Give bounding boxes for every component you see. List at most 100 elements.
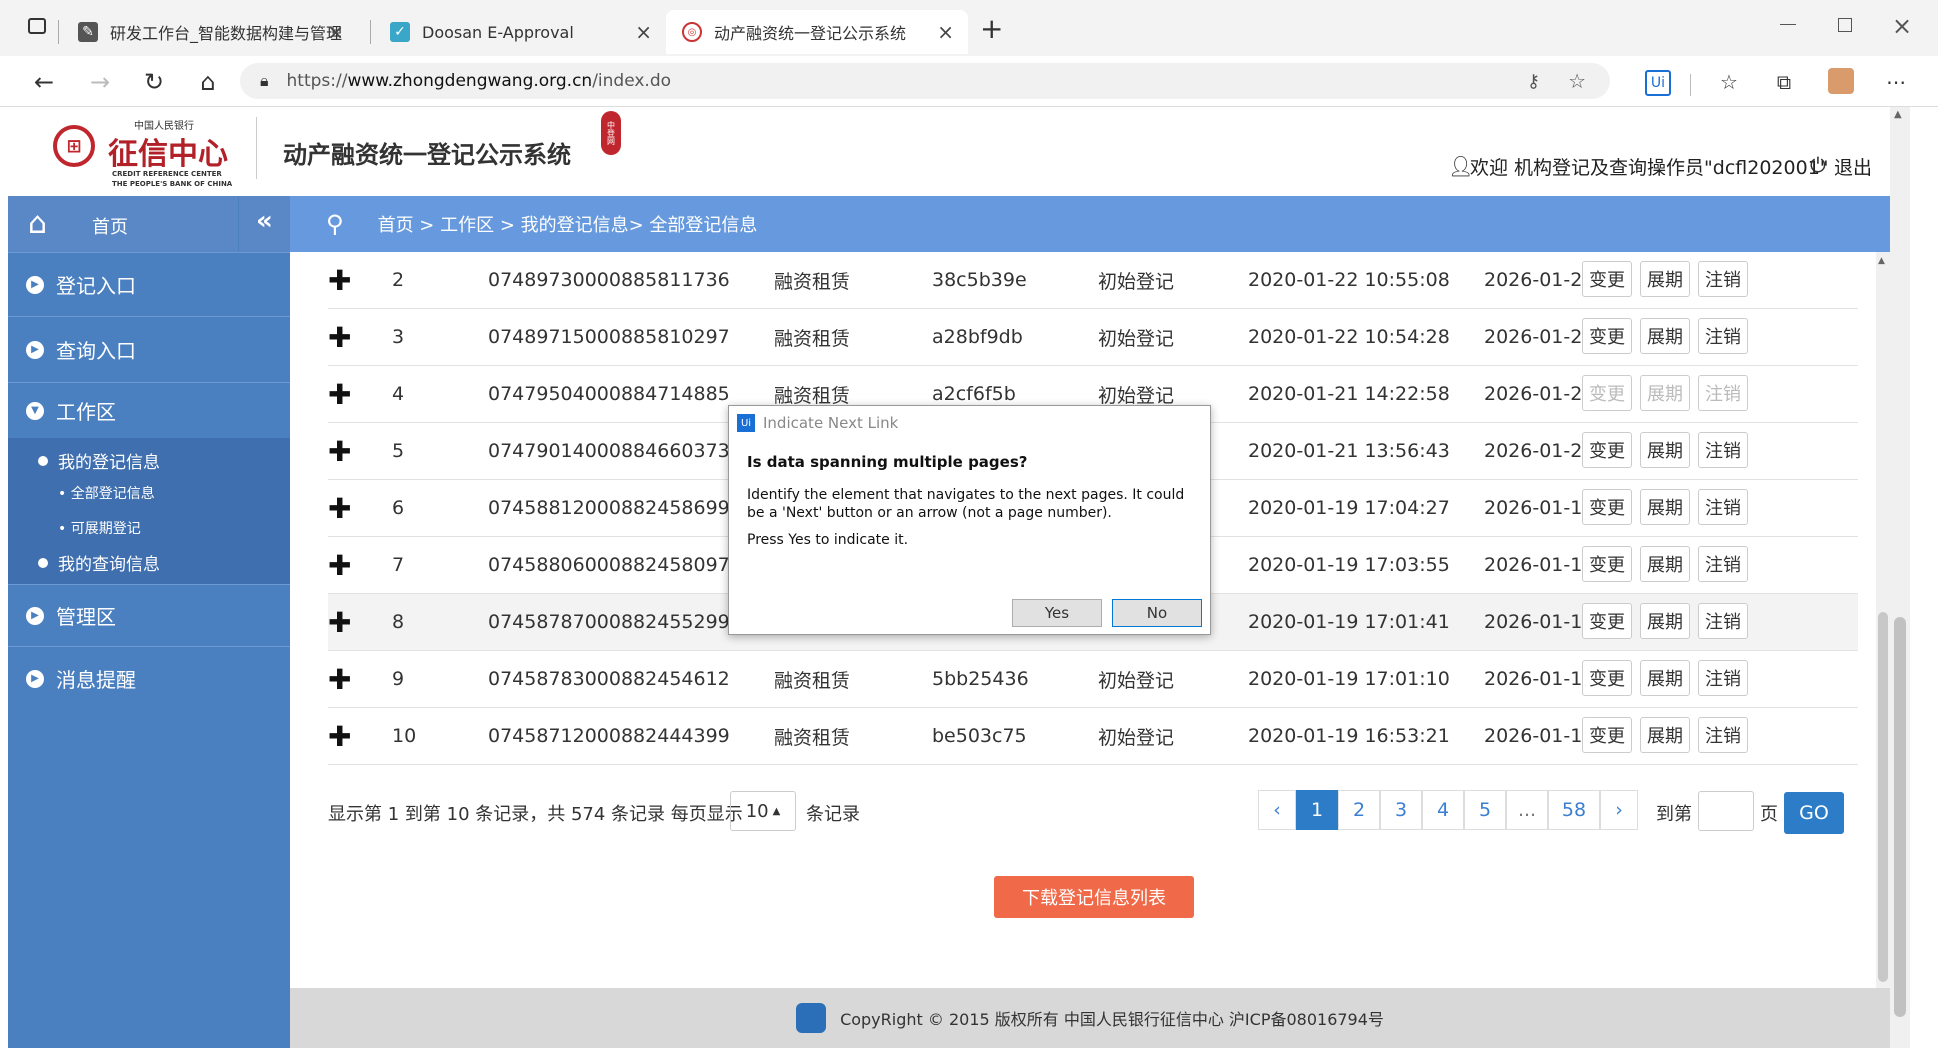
- expand-row-icon[interactable]: ✚: [328, 252, 351, 308]
- tab-3[interactable]: ◎ 动产融资统一登记公示系统 ×: [666, 10, 968, 54]
- change-button[interactable]: 变更: [1582, 261, 1632, 297]
- cancel-registration-button[interactable]: 注销: [1698, 318, 1748, 354]
- extend-button[interactable]: 展期: [1640, 546, 1690, 582]
- tab-1[interactable]: ✎ 研发工作台_智能数据构建与管理 ×: [62, 10, 358, 54]
- close-icon[interactable]: ×: [635, 20, 652, 44]
- close-icon[interactable]: ×: [937, 20, 954, 44]
- page-size-select[interactable]: 10 ▲: [730, 791, 796, 831]
- extend-button[interactable]: 展期: [1640, 432, 1690, 468]
- expand-row-icon[interactable]: ✚: [328, 708, 351, 764]
- expand-row-icon[interactable]: ✚: [328, 651, 351, 707]
- sidebar-home[interactable]: ⌂ 首页 «: [8, 196, 290, 252]
- arrow-right-icon: ▶: [26, 275, 44, 294]
- workspace-submenu: 我的登记信息 • 全部登记信息 • 可展期登记 我的查询信息: [8, 438, 290, 584]
- url-prefix: https://: [286, 71, 348, 91]
- extend-button[interactable]: 展期: [1640, 318, 1690, 354]
- tab-actions-icon[interactable]: [28, 18, 46, 34]
- submenu-my-registrations[interactable]: 我的登记信息: [38, 448, 160, 473]
- home-icon[interactable]: ⌂: [192, 66, 224, 98]
- page-4[interactable]: 4: [1422, 790, 1464, 830]
- submenu-all-registrations[interactable]: • 全部登记信息: [58, 483, 155, 503]
- extend-button[interactable]: 展期: [1640, 603, 1690, 639]
- extend-button[interactable]: 展期: [1640, 717, 1690, 753]
- change-button[interactable]: 变更: [1582, 432, 1632, 468]
- change-button[interactable]: 变更: [1582, 489, 1632, 525]
- extend-button[interactable]: 展期: [1640, 261, 1690, 297]
- sidebar-item-register[interactable]: ▶ 登记入口: [8, 252, 290, 316]
- cancel-registration-button[interactable]: 注销: [1698, 489, 1748, 525]
- submenu-my-queries[interactable]: 我的查询信息: [38, 550, 160, 575]
- cancel-registration-button[interactable]: 注销: [1698, 717, 1748, 753]
- change-button[interactable]: 变更: [1582, 603, 1632, 639]
- close-window-icon[interactable]: ×: [1892, 12, 1912, 40]
- logout-link[interactable]: 退出: [1834, 153, 1872, 180]
- prev-page-button[interactable]: ‹: [1258, 790, 1296, 830]
- page-58[interactable]: 58: [1548, 790, 1600, 830]
- next-page-button[interactable]: ›: [1600, 790, 1638, 830]
- scroll-up-icon[interactable]: ▲: [1878, 256, 1885, 266]
- forward-icon[interactable]: →: [84, 66, 116, 98]
- cancel-registration-button[interactable]: 注销: [1698, 261, 1748, 297]
- cell-type: 融资租赁: [774, 270, 851, 293]
- copyright-text: CopyRight © 2015 版权所有 中国人民银行征信中心 沪ICP备08…: [840, 1010, 1384, 1029]
- minimize-icon[interactable]: [1780, 24, 1796, 25]
- more-icon[interactable]: ⋯: [1882, 68, 1910, 96]
- close-icon[interactable]: ×: [327, 20, 344, 44]
- key-icon[interactable]: ⚷: [1527, 71, 1540, 92]
- download-list-button[interactable]: 下载登记信息列表: [994, 876, 1194, 918]
- expand-row-icon[interactable]: ✚: [328, 480, 351, 536]
- goto-page-input[interactable]: [1698, 791, 1754, 831]
- go-button[interactable]: GO: [1784, 792, 1844, 834]
- power-icon[interactable]: ⏻: [1810, 153, 1826, 177]
- refresh-icon[interactable]: ↻: [138, 66, 170, 98]
- cancel-registration-button[interactable]: 注销: [1698, 432, 1748, 468]
- sidebar-item-messages[interactable]: ▶ 消息提醒: [8, 646, 290, 710]
- new-tab-button[interactable]: +: [980, 12, 1003, 45]
- change-button[interactable]: 变更: [1582, 660, 1632, 696]
- back-icon[interactable]: ←: [28, 66, 60, 98]
- home-icon: ⌂: [28, 206, 48, 241]
- sidebar-item-label: 消息提醒: [56, 668, 136, 692]
- page-2[interactable]: 2: [1338, 790, 1380, 830]
- submenu-extendable[interactable]: • 可展期登记: [58, 518, 141, 538]
- page-scrollbar[interactable]: ▲: [1890, 107, 1910, 1048]
- yes-button[interactable]: Yes: [1012, 599, 1102, 627]
- scroll-up-icon[interactable]: ▲: [1894, 109, 1902, 120]
- dialog-body: Identify the element that navigates to t…: [747, 487, 1185, 521]
- change-button[interactable]: 变更: [1582, 318, 1632, 354]
- favorites-icon[interactable]: ☆: [1715, 68, 1743, 96]
- expand-row-icon[interactable]: ✚: [328, 366, 351, 422]
- page-5[interactable]: 5: [1464, 790, 1506, 830]
- scroll-thumb[interactable]: [1878, 612, 1888, 982]
- cancel-registration-button[interactable]: 注销: [1698, 546, 1748, 582]
- sidebar-item-workspace[interactable]: ▼ 工作区: [8, 382, 290, 438]
- expand-row-icon[interactable]: ✚: [328, 594, 351, 650]
- uipath-extension-icon[interactable]: Ui: [1645, 70, 1671, 96]
- no-button[interactable]: No: [1112, 599, 1202, 627]
- change-button[interactable]: 变更: [1582, 546, 1632, 582]
- extend-button[interactable]: 展期: [1640, 489, 1690, 525]
- extend-button[interactable]: 展期: [1640, 660, 1690, 696]
- sidebar-item-admin[interactable]: ▶ 管理区: [8, 584, 290, 646]
- restore-icon[interactable]: [1838, 18, 1852, 32]
- sidebar-item-query[interactable]: ▶ 查询入口: [8, 316, 290, 382]
- cancel-registration-button[interactable]: 注销: [1698, 660, 1748, 696]
- profile-avatar[interactable]: [1828, 68, 1854, 94]
- content-scrollbar[interactable]: ▲: [1876, 252, 1890, 988]
- cell-time: 2020-01-19 17:01:10: [1248, 668, 1450, 690]
- expand-row-icon[interactable]: ✚: [328, 309, 351, 365]
- favorite-add-icon[interactable]: ☆: [1568, 69, 1586, 93]
- tab-title: Doosan E-Approval: [422, 22, 574, 42]
- expand-row-icon[interactable]: ✚: [328, 537, 351, 593]
- change-button[interactable]: 变更: [1582, 717, 1632, 753]
- cancel-registration-button[interactable]: 注销: [1698, 603, 1748, 639]
- collections-icon[interactable]: ⧉: [1770, 68, 1798, 96]
- page-1[interactable]: 1: [1296, 790, 1338, 830]
- page-3[interactable]: 3: [1380, 790, 1422, 830]
- tab-2[interactable]: ✓ Doosan E-Approval ×: [374, 10, 666, 54]
- collapse-icon[interactable]: «: [256, 206, 273, 236]
- scroll-thumb[interactable]: [1894, 617, 1906, 1017]
- expand-row-icon[interactable]: ✚: [328, 423, 351, 479]
- pager-summary: 显示第 1 到第 10 条记录，共 574 条记录 每页显示: [328, 804, 743, 825]
- url-field[interactable]: 🔒︎ https://www.zhongdengwang.org.cn/inde…: [240, 63, 1610, 99]
